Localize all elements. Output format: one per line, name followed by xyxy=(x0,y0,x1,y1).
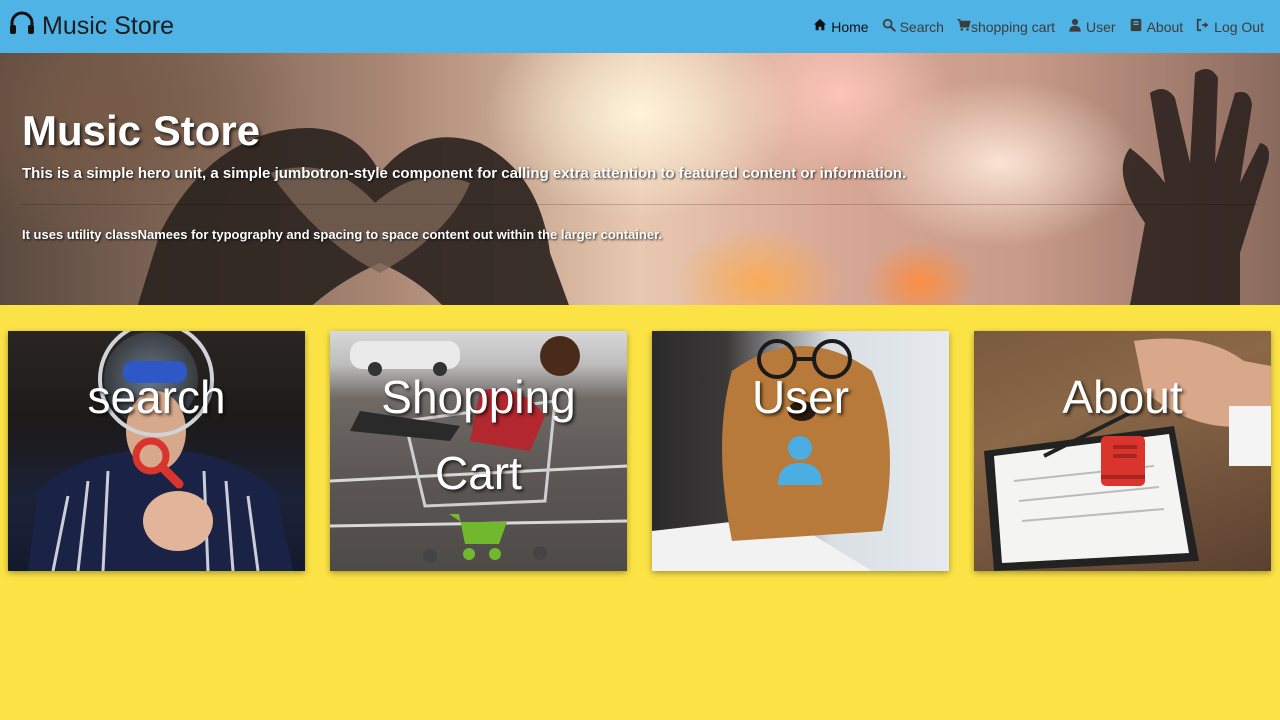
nav-link-label: User xyxy=(1086,18,1116,35)
hero-lead-text: This is a simple hero unit, a simple jum… xyxy=(22,165,907,182)
user-icon xyxy=(1068,18,1082,35)
hero-banner: Music Store This is a simple hero unit, … xyxy=(0,53,1280,305)
brand-link[interactable]: Music Store xyxy=(8,9,174,44)
search-icon xyxy=(882,18,896,35)
hero-divider xyxy=(22,204,1258,205)
card-title: About xyxy=(1062,371,1183,423)
nav-link-user[interactable]: User xyxy=(1068,12,1116,42)
hero-body-text: It uses utility classNamees for typograp… xyxy=(22,227,663,242)
nav-link-label: Log Out xyxy=(1214,18,1264,35)
nav-link-label: Home xyxy=(831,18,869,35)
card-user[interactable]: User xyxy=(652,331,949,571)
nav-link-about[interactable]: About xyxy=(1129,12,1184,42)
navbar: Music Store Home Search shopping cart Us… xyxy=(0,0,1280,53)
hero-title: Music Store xyxy=(22,107,261,154)
headphones-icon xyxy=(8,9,36,44)
user-icon xyxy=(776,435,824,487)
logout-icon xyxy=(1196,18,1210,35)
nav-link-label: About xyxy=(1146,18,1184,35)
brand-name: Music Store xyxy=(42,12,174,40)
magnifier-icon xyxy=(129,434,185,490)
raised-hand-image xyxy=(1122,69,1269,305)
card-about[interactable]: About xyxy=(974,331,1271,571)
card-title: Shopping Cart xyxy=(381,371,576,499)
nav-link-search[interactable]: Search xyxy=(882,12,944,42)
home-icon xyxy=(813,18,827,35)
nav-link-shopping-cart[interactable]: shopping cart xyxy=(957,12,1055,42)
book-icon xyxy=(1129,18,1143,35)
card-title: search xyxy=(87,371,226,423)
card-title: User xyxy=(751,371,850,423)
nav-link-label: shopping cart xyxy=(970,18,1056,35)
cart-icon xyxy=(957,18,971,35)
book-icon xyxy=(1099,435,1147,487)
nav-link-logout[interactable]: Log Out xyxy=(1196,12,1264,42)
nav-links: Home Search shopping cart User About Log… xyxy=(813,12,1264,42)
card-search[interactable]: search xyxy=(8,331,305,571)
card-shopping-cart[interactable]: Shopping Cart xyxy=(330,331,627,571)
nav-link-label: Search xyxy=(899,18,944,35)
feature-cards: search Shopping Cart User About xyxy=(8,331,1271,571)
cart-icon xyxy=(447,510,511,562)
nav-link-home[interactable]: Home xyxy=(813,12,869,42)
